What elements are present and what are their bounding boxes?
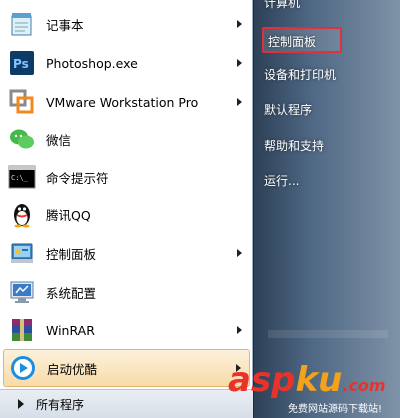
wechat-icon — [7, 124, 37, 154]
aspku-tagline: 免费网站源码下载站! — [288, 404, 383, 415]
all-programs-label: 所有程序 — [36, 397, 85, 412]
all-programs-button[interactable]: 所有程序 — [0, 389, 253, 418]
program-label: 系统配置 — [46, 285, 97, 301]
all-programs-arrow-icon — [18, 399, 24, 409]
right-link-label: 控制面板 — [268, 35, 317, 49]
program-label: Photoshop.exe — [46, 55, 138, 71]
program-item-qq[interactable]: 腾讯QQ — [3, 195, 250, 233]
svg-text:C:\_: C:\_ — [11, 174, 29, 182]
right-link-devices-printers[interactable]: 设备和打印机 — [264, 66, 336, 83]
submenu-arrow-icon — [237, 249, 242, 257]
photoshop-icon: Ps — [7, 48, 37, 78]
right-link-run[interactable]: 运行... — [264, 172, 299, 189]
youku-icon — [8, 353, 38, 383]
program-label: 记事本 — [46, 17, 84, 33]
program-item-notepad[interactable]: 记事本 — [3, 5, 250, 43]
control-panel-icon — [7, 238, 37, 268]
right-link-default-programs[interactable]: 默认程序 — [264, 101, 312, 118]
right-link-help-support[interactable]: 帮助和支持 — [264, 137, 324, 154]
program-item-vmware[interactable]: VMware Workstation Pro — [3, 83, 250, 121]
program-item-youku[interactable]: 启动优酷 — [3, 349, 250, 387]
program-item-winrar[interactable]: WinRAR — [3, 311, 250, 349]
program-item-system-config[interactable]: 系统配置 — [3, 273, 250, 311]
right-link-computer[interactable]: 计算机 — [264, 0, 300, 11]
system-links-pane: 计算机 控制面板 设备和打印机 默认程序 帮助和支持 运行... — [254, 0, 400, 418]
program-label: 启动优酷 — [47, 361, 98, 377]
program-label: VMware Workstation Pro — [46, 94, 199, 110]
program-label: 微信 — [46, 132, 72, 148]
aspku-logo: aspku.com — [228, 360, 386, 400]
background-blur — [268, 330, 388, 338]
command-prompt-icon: C:\_ — [7, 162, 37, 192]
program-label: 控制面板 — [46, 246, 97, 262]
system-config-icon — [7, 277, 37, 307]
submenu-arrow-icon — [237, 59, 242, 67]
right-link-control-panel[interactable]: 控制面板 — [262, 27, 342, 53]
submenu-arrow-icon — [237, 326, 242, 334]
winrar-icon — [7, 315, 37, 345]
program-label: 腾讯QQ — [46, 207, 91, 223]
submenu-arrow-icon — [237, 20, 242, 28]
submenu-arrow-icon — [237, 98, 242, 106]
program-item-photoshop[interactable]: Ps Photoshop.exe — [3, 44, 250, 82]
program-item-control-panel[interactable]: 控制面板 — [3, 234, 250, 272]
aspku-watermark: aspku.com 免费网站源码下载站! — [228, 360, 400, 418]
notepad-icon — [7, 9, 37, 39]
program-item-command-prompt[interactable]: C:\_ 命令提示符 — [3, 158, 250, 196]
qq-penguin-icon — [7, 199, 37, 229]
svg-text:Ps: Ps — [13, 57, 29, 71]
program-label: WinRAR — [46, 322, 95, 338]
programs-pane: 记事本 Ps Photoshop.exe VMware Workstation … — [0, 0, 253, 418]
program-item-wechat[interactable]: 微信 — [3, 120, 250, 158]
vmware-icon — [7, 87, 37, 117]
program-label: 命令提示符 — [46, 170, 109, 186]
